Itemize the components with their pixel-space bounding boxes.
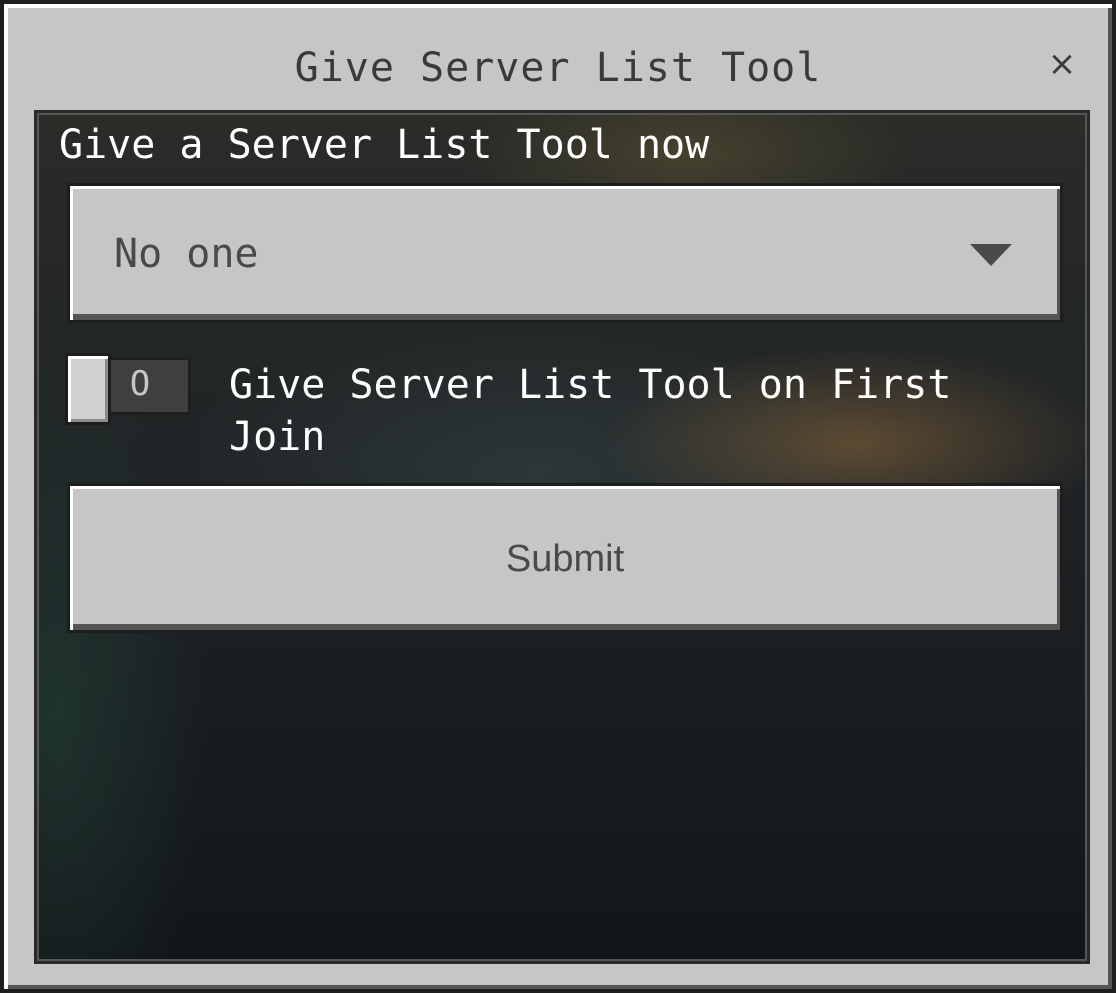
toggle-label: Give Server List Tool on First Join [229, 362, 952, 460]
player-dropdown[interactable]: No one [67, 183, 1063, 323]
dropdown-selected-value: No one [114, 231, 259, 277]
section-label: Give a Server List Tool now [59, 122, 710, 168]
close-icon: × [1047, 44, 1077, 84]
first-join-toggle[interactable]: O [65, 353, 191, 425]
dialog-title: Give Server List Tool [294, 45, 822, 91]
toggle-off-icon: O [129, 364, 151, 404]
submit-button-label: Submit [505, 538, 625, 580]
close-button[interactable]: × [1040, 42, 1084, 86]
toggle-knob[interactable] [65, 353, 111, 425]
give-server-list-tool-dialog: Give Server List Tool × Give a Server Li… [0, 0, 1116, 993]
submit-button[interactable]: Submit [67, 483, 1063, 633]
chevron-down-icon [970, 244, 1012, 266]
dialog-content: Give a Server List Tool now No one O Giv… [34, 110, 1090, 964]
